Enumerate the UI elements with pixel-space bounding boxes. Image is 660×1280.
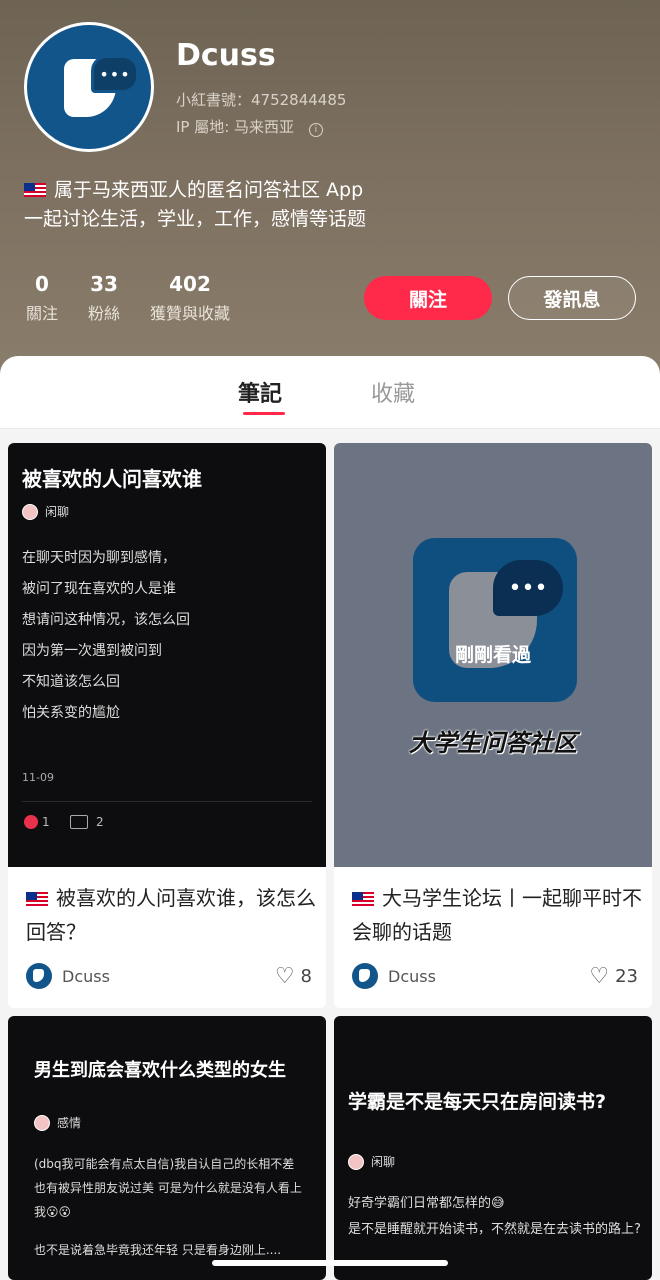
dcuss-logo: •••: [413, 538, 577, 702]
stat-likes-value: 402: [169, 272, 211, 296]
cover-divider: [22, 801, 312, 802]
home-indicator[interactable]: [212, 1260, 448, 1266]
cover-banner: 大学生问答社区: [409, 729, 577, 757]
chat-bubble-icon: •••: [91, 55, 139, 93]
ip-location: IP 屬地: 马来西亚 i: [176, 116, 323, 137]
cover-comment-value: 2: [96, 815, 104, 829]
cover-date: 11-09: [22, 771, 54, 784]
note-card[interactable]: ••• 剛剛看過 大学生问答社区 大马学生论坛丨一起聊平时不会聊的话题 Dcus…: [334, 443, 652, 1008]
note-cover: 学霸是不是每天只在房间读书? 闲聊 好奇学霸们日常都怎样的😅 是不是睡醒就开始读…: [334, 1016, 652, 1280]
tab-collections[interactable]: 收藏: [371, 376, 415, 408]
note-author[interactable]: Dcuss: [352, 963, 436, 989]
profile-header: ••• Dcuss 小紅書號：4752844485 IP 屬地: 马来西亚 i …: [0, 0, 660, 380]
chat-bubble-icon: •••: [493, 560, 563, 616]
cover-title: 被喜欢的人问喜欢谁: [22, 467, 202, 491]
profile-avatar[interactable]: •••: [24, 22, 154, 152]
stat-followers-value: 33: [90, 272, 118, 296]
malaysia-flag-icon: [352, 892, 374, 906]
cover-body: 好奇学霸们日常都怎样的😅 是不是睡醒就开始读书，不然就是在去读书的路上?: [348, 1191, 644, 1243]
stat-likes-collects[interactable]: 402 獲贊與收藏: [150, 272, 230, 324]
heart-outline-icon: ♡: [589, 963, 610, 989]
note-card[interactable]: 被喜欢的人问喜欢谁 闲聊 在聊天时因为聊到感情， 被问了现在喜欢的人是谁 想请问…: [8, 443, 326, 1008]
note-title: 大马学生论坛丨一起聊平时不会聊的话题: [352, 881, 642, 949]
recently-viewed-label: 剛剛看過: [454, 644, 531, 666]
note-meta: Dcuss ♡ 8: [26, 963, 312, 989]
tag-avatar-icon: [34, 1114, 50, 1131]
stat-followers-label: 粉絲: [88, 304, 121, 323]
note-author[interactable]: Dcuss: [26, 963, 110, 989]
note-title: 被喜欢的人问喜欢谁，该怎么回答？: [26, 881, 316, 949]
note-cover: 被喜欢的人问喜欢谁 闲聊 在聊天时因为聊到感情， 被问了现在喜欢的人是谁 想请问…: [8, 443, 326, 867]
note-meta: Dcuss ♡ 23: [352, 963, 638, 989]
cover-line: 因为第一次遇到被问到: [22, 643, 162, 659]
cover-tag: 闲聊: [348, 1153, 395, 1170]
cover-tag-text: 闲聊: [45, 505, 70, 519]
cover-tag-text: 感情: [57, 1116, 82, 1130]
cover-title: 学霸是不是每天只在房间读书?: [348, 1091, 607, 1113]
cover-line: 怕关系变的尴尬: [22, 705, 120, 721]
stat-followers[interactable]: 33 粉絲: [88, 272, 120, 324]
cover-line: 想请问这种情况，该怎么回: [22, 612, 190, 628]
cover-like-value: 1: [42, 815, 50, 829]
cover-like-count: 1: [24, 815, 50, 829]
stat-likes-label: 獲贊與收藏: [150, 304, 231, 323]
profile-bio: 属于马来西亚人的匿名问答社区 App 一起讨论生活，学业，工作，感情等话题: [24, 176, 366, 234]
like-button[interactable]: ♡ 8: [275, 964, 312, 989]
note-cover: 男生到底会喜欢什么类型的女生 感情 (dbq我可能会有点太自信)我自认自己的长相…: [8, 1016, 326, 1280]
cover-line: (dbq我可能会有点太自信)我自认自己的长相不差 也有被异性朋友说过美 可是为什…: [34, 1157, 302, 1219]
message-button[interactable]: 發訊息: [508, 276, 636, 320]
author-avatar: [352, 963, 378, 989]
stat-following-label: 關注: [26, 304, 59, 323]
stat-following-value: 0: [35, 272, 49, 296]
cover-body: 在聊天时因为聊到感情， 被问了现在喜欢的人是谁 想请问这种情况，该怎么回 因为第…: [22, 543, 190, 729]
ip-location-text: IP 屬地: 马来西亚: [176, 118, 295, 136]
malaysia-flag-icon: [24, 183, 46, 197]
profile-name: Dcuss: [176, 38, 276, 73]
like-count: 23: [615, 965, 638, 987]
cover-tag: 闲聊: [22, 503, 69, 520]
comment-icon: [70, 815, 88, 829]
tab-notes[interactable]: 筆記: [238, 376, 282, 408]
cover-line: 是不是睡醒就开始读书，不然就是在去读书的路上?: [348, 1222, 641, 1237]
follow-button[interactable]: 關注: [364, 276, 492, 320]
cover-line: 好奇学霸们日常都怎样的😅: [348, 1196, 505, 1211]
bio-line-1: 属于马来西亚人的匿名问答社区 App: [24, 176, 366, 205]
red-id: 小紅書號：4752844485: [176, 91, 347, 109]
cover-title: 男生到底会喜欢什么类型的女生: [34, 1060, 286, 1081]
cover-tag: 感情: [34, 1114, 81, 1131]
bio-text-1: 属于马来西亚人的匿名问答社区 App: [54, 179, 364, 201]
tag-avatar-icon: [348, 1153, 364, 1170]
stat-following[interactable]: 0 關注: [26, 272, 58, 324]
note-title-text: 大马学生论坛丨一起聊平时不会聊的话题: [352, 886, 642, 944]
note-card[interactable]: 学霸是不是每天只在房间读书? 闲聊 好奇学霸们日常都怎样的😅 是不是睡醒就开始读…: [334, 1016, 652, 1280]
cover-body: (dbq我可能会有点太自信)我自认自己的长相不差 也有被异性朋友说过美 可是为什…: [34, 1152, 302, 1262]
cover-comment-count: 2: [70, 815, 104, 829]
heart-filled-icon: [24, 815, 38, 829]
heart-outline-icon: ♡: [274, 963, 295, 989]
tag-avatar-icon: [22, 503, 38, 520]
cover-line: 也不是说着急毕竟我还年轻 只是看身边刚上....: [34, 1243, 282, 1257]
cover-line: 被问了现在喜欢的人是谁: [22, 581, 176, 597]
cover-line: 在聊天时因为聊到感情，: [22, 550, 176, 566]
cover-line: 不知道该怎么回: [22, 674, 120, 690]
like-button[interactable]: ♡ 23: [589, 964, 638, 989]
note-cover: ••• 剛剛看過 大学生问答社区: [334, 443, 652, 867]
note-title-text: 被喜欢的人问喜欢谁，该怎么回答？: [26, 886, 316, 944]
author-avatar: [26, 963, 52, 989]
like-count: 8: [300, 965, 312, 987]
info-icon[interactable]: i: [308, 123, 323, 137]
author-name: Dcuss: [62, 966, 110, 986]
bio-line-2: 一起讨论生活，学业，工作，感情等话题: [24, 208, 367, 230]
note-card[interactable]: 男生到底会喜欢什么类型的女生 感情 (dbq我可能会有点太自信)我自认自己的长相…: [8, 1016, 326, 1280]
active-tab-indicator: [243, 412, 285, 415]
cover-tag-text: 闲聊: [371, 1155, 396, 1169]
malaysia-flag-icon: [26, 892, 48, 906]
tab-bar: 筆記 收藏: [0, 356, 660, 429]
author-name: Dcuss: [388, 966, 436, 986]
